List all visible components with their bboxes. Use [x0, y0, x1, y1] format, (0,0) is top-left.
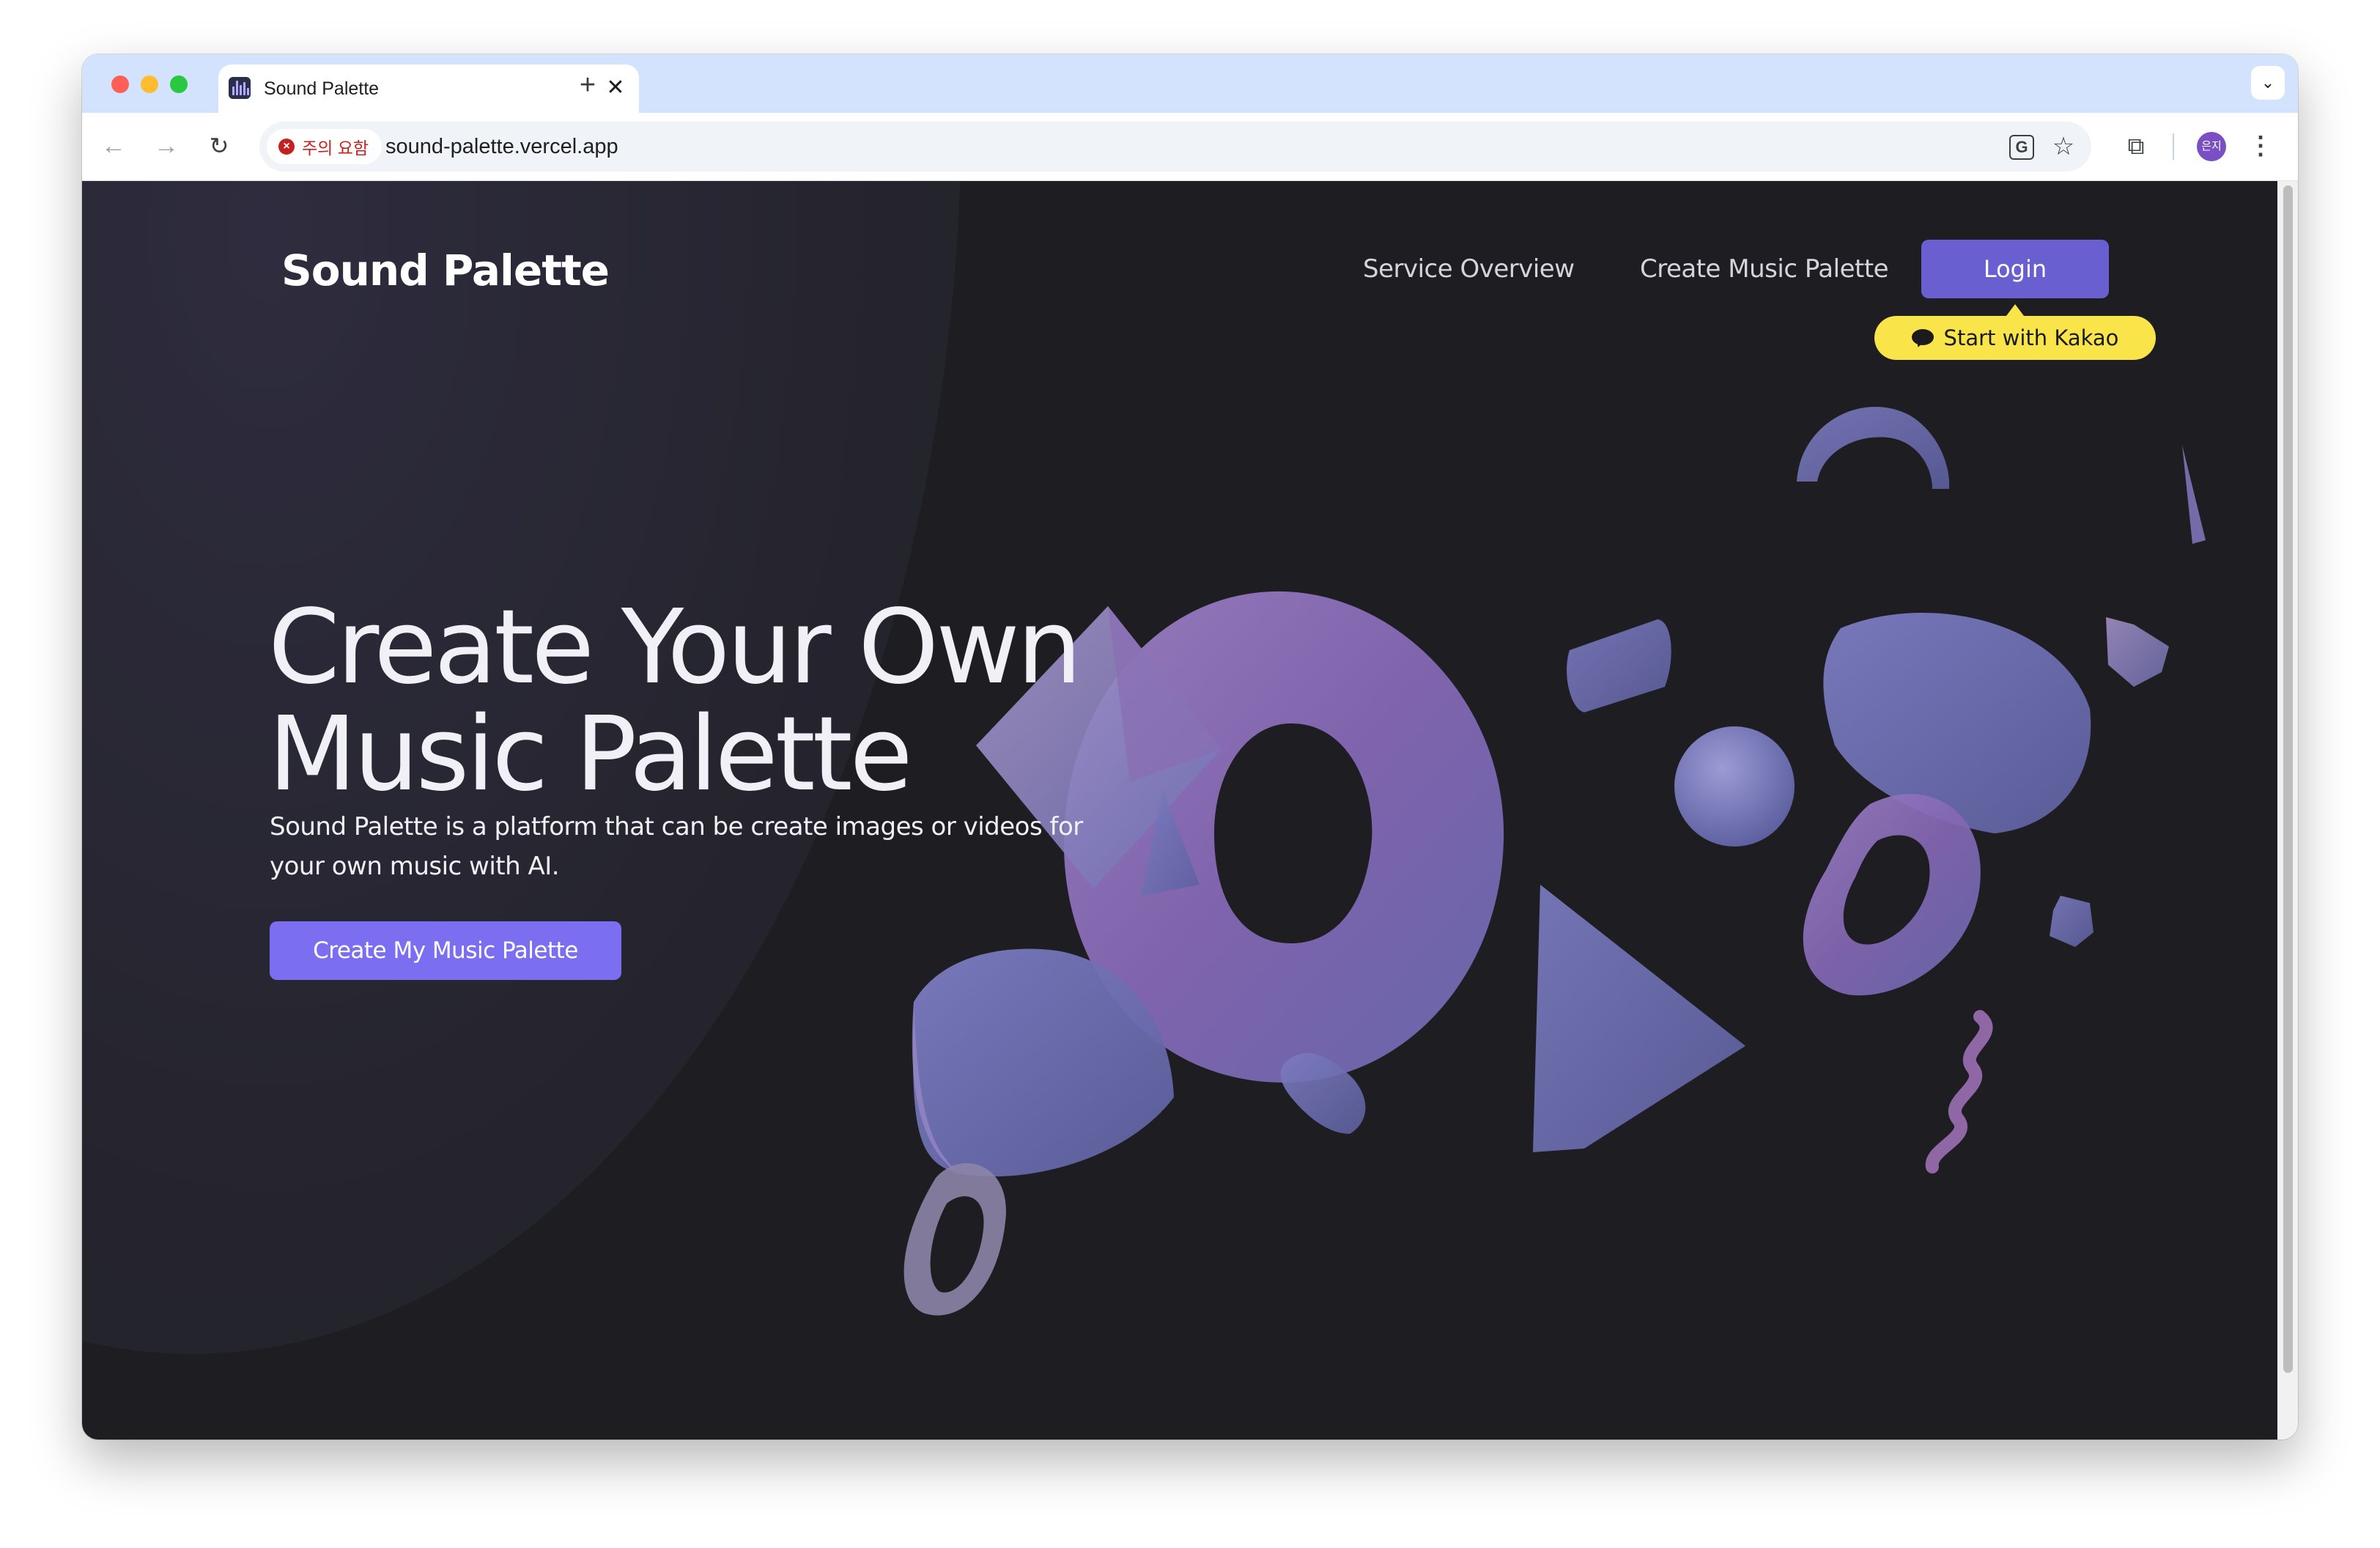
arch-shape	[1797, 406, 1950, 489]
tab-close-icon[interactable]: ✕	[602, 75, 629, 101]
new-tab-button[interactable]: +	[572, 70, 604, 103]
browser-window: Sound Palette ✕ + ⌄ ← → ↻ × 주의 요함 sound-…	[82, 54, 2298, 1440]
cone-shape	[1533, 885, 1745, 1152]
profile-avatar[interactable]: 은지	[2197, 132, 2226, 161]
nav-create-music-palette[interactable]: Create Music Palette	[1640, 254, 1889, 284]
kakao-login-button[interactable]: Start with Kakao	[1874, 316, 2156, 360]
extensions-icon[interactable]: ⧉	[2119, 129, 2153, 163]
back-icon[interactable]: ←	[97, 129, 130, 163]
tab-search-icon[interactable]: ⌄	[2251, 66, 2285, 100]
star-icon[interactable]: ☆	[2049, 132, 2078, 161]
toolbar-divider	[2173, 133, 2174, 160]
site-logo[interactable]: Sound Palette	[281, 246, 610, 295]
kakao-tooltip-arrow	[2006, 304, 2024, 316]
maximize-window-button[interactable]	[170, 75, 188, 93]
menu-icon[interactable]: ⋮	[2248, 129, 2273, 163]
security-label: 주의 요함	[302, 139, 369, 158]
tab-title: Sound Palette	[264, 78, 380, 99]
security-chip[interactable]: × 주의 요함	[267, 129, 382, 164]
sound-palette-favicon-icon	[229, 77, 251, 99]
page-viewport: Sound Palette Service Overview Create Mu…	[82, 181, 2277, 1440]
chat-bubble-icon	[1911, 329, 1934, 347]
browser-toolbar: ← → ↻ × 주의 요함 sound-palette.vercel.app G…	[82, 113, 2298, 181]
ring-shape	[903, 1163, 1006, 1316]
scrollbar-thumb[interactable]	[2283, 185, 2293, 1373]
reload-icon[interactable]: ↻	[202, 129, 236, 163]
url-text[interactable]: sound-palette.vercel.app	[385, 135, 618, 159]
address-bar[interactable]: × 주의 요함 sound-palette.vercel.app G ☆	[259, 122, 2091, 172]
cylinder-shape	[1567, 619, 1671, 712]
hero-description: Sound Palette is a platform that can be …	[270, 812, 1083, 881]
forward-icon[interactable]: →	[149, 129, 183, 163]
minimize-window-button[interactable]	[141, 75, 158, 93]
close-window-button[interactable]	[111, 75, 129, 93]
hero-title: Create Your Own Music Palette	[268, 587, 1082, 814]
translate-icon[interactable]: G	[2009, 135, 2034, 160]
page-scrollbar[interactable]	[2277, 181, 2298, 1440]
kakao-login-label: Start with Kakao	[1943, 325, 2119, 350]
tab-strip: Sound Palette ✕ + ⌄	[82, 54, 2298, 113]
warning-icon: ×	[278, 139, 295, 155]
login-button[interactable]: Login	[1921, 240, 2109, 298]
sphere-shape	[1674, 726, 1795, 847]
create-my-music-palette-button[interactable]: Create My Music Palette	[270, 921, 621, 980]
nav-service-overview[interactable]: Service Overview	[1363, 254, 1575, 284]
